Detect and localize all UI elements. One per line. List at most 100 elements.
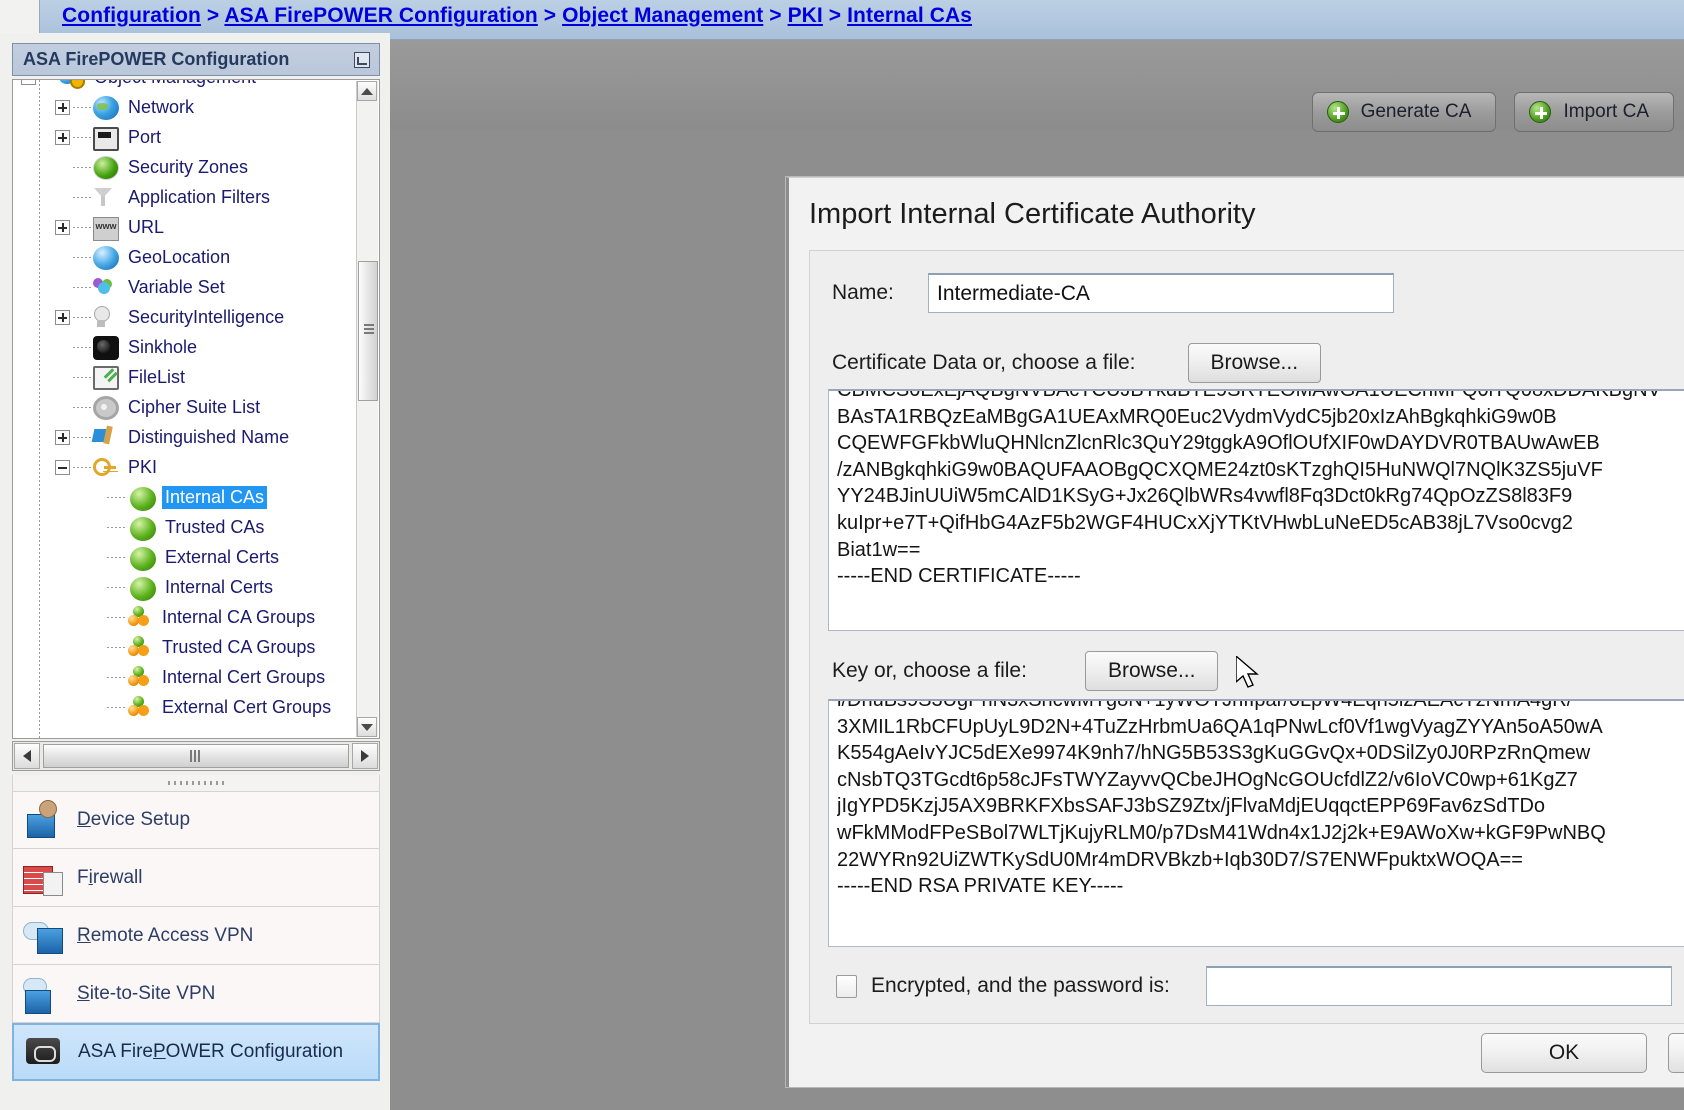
hscroll-right-icon[interactable] [352,743,378,769]
tree-connector [73,106,93,108]
ca-action-buttons: Generate CA Import CA [1311,92,1674,132]
expand-icon[interactable] [55,219,70,235]
certificate-browse-button[interactable]: Browse... [1187,343,1322,383]
tree-item-label: Distinguished Name [128,426,290,447]
breadcrumb-item[interactable]: Internal CAs [847,4,972,27]
tree-item-url[interactable]: www URL [13,212,359,242]
tree-connector [107,496,127,498]
sidebar-item-site-to-site-vpn[interactable]: Site-to-Site VPN [12,965,380,1023]
tree-item-internal-ca-groups[interactable]: Internal CA Groups [13,602,359,632]
tree-item-label: Internal Cert Groups [162,666,326,687]
encrypted-checkbox[interactable] [836,974,857,998]
import-ca-label: Import CA [1563,101,1649,122]
expand-icon[interactable] [55,99,70,115]
tree-item-internal-cas[interactable]: Internal CAs [13,482,359,512]
tree-item-securityintelligence[interactable]: SecurityIntelligence [13,302,359,332]
tree-item-variable-set[interactable]: Variable Set [13,272,359,302]
tree-item-trusted-cas[interactable]: Trusted CAs [13,512,359,542]
certificate-data-label: Certificate Data or, choose a file: [832,351,1136,374]
panel-splitter[interactable] [12,775,380,791]
sidebar-item-device-setup[interactable]: Device Setup [12,791,380,849]
tree-scrollbar-thumb[interactable] [358,261,378,401]
tree-connector [73,406,93,408]
tree-vertical-scrollbar[interactable] [356,81,378,737]
tree-item-trusted-ca-groups[interactable]: Trusted CA Groups [13,632,359,662]
tree-item-cipher-suite-list[interactable]: Cipher Suite List [13,392,359,422]
tree-item-label: Trusted CA Groups [162,636,316,657]
panel-collapse-icon[interactable] [354,52,370,68]
tree-item-label: External Cert Groups [162,696,332,717]
asa-firepower-icon [22,1032,70,1072]
sidebar-item-remote-access-vpn[interactable]: Remote Access VPN [12,907,380,965]
cancel-button[interactable]: Cancel [1668,1033,1684,1073]
breadcrumb-item[interactable]: PKI [788,4,823,27]
tree-connector [73,466,93,468]
tree-item-distinguished-name[interactable]: Distinguished Name [13,422,359,452]
key-textarea[interactable]: i/DnuBs9S3UgPnN3xShcwMTg8N+1yWOTJnfIpar/… [828,699,1684,947]
device-setup-icon [21,800,69,840]
breadcrumb-separator: > [763,4,788,27]
group-icon [127,696,153,720]
encrypted-label: Encrypted, and the password is: [871,974,1170,997]
sidebar-item-asa-firepower-configuration[interactable]: ASA FirePOWER Configuration [12,1023,380,1081]
sidebar-nav-list: Device Setup Firewall Remote Access VPN Sit… [12,791,380,1081]
name-input[interactable] [928,273,1394,313]
tree-item-internal-certs[interactable]: Internal Certs [13,572,359,602]
tree-item-label: FileList [128,366,186,387]
tree-item-filelist[interactable]: FileList [13,362,359,392]
collapse-icon[interactable] [55,459,70,475]
tree-connector [107,586,127,588]
tree-item-application-filters[interactable]: Application Filters [13,182,359,212]
expand-icon[interactable] [55,129,70,145]
object-tree[interactable]: Object Management Network Port Security Zon… [12,79,380,739]
sidebar-item-label: Remote Access VPN [77,924,254,946]
tree-item-object-management[interactable]: Object Management [13,80,359,92]
tree-item-label: URL [128,216,165,237]
breadcrumb-separator: > [537,4,563,27]
plus-circle-icon [1529,101,1552,123]
key-browse-button[interactable]: Browse... [1084,651,1219,691]
hscroll-left-icon[interactable] [14,743,40,769]
tree-connector [73,136,93,138]
certificate-data-textarea[interactable]: CBMCS0ExEjAQBgNVBAcTCUJBTkdBTE9SRTEOMAwG… [828,389,1684,631]
sinkhole-icon [93,336,119,360]
tree-scroll-up-icon[interactable] [357,81,377,101]
tree-item-network[interactable]: Network [13,92,359,122]
key-row: Key or, choose a file: Browse... [832,651,1219,691]
import-ca-button[interactable]: Import CA [1514,92,1674,132]
security-zone-icon [93,156,119,180]
key-icon [93,456,119,480]
breadcrumb-item[interactable]: Configuration [62,4,201,27]
certificate-data-text: CBMCS0ExEjAQBgNVBAcTCUJBTkdBTE9SRTEOMAwG… [837,389,1661,588]
ok-button[interactable]: OK [1481,1033,1647,1073]
tree-item-pki[interactable]: PKI [13,452,359,482]
tree-horizontal-scrollbar[interactable] [12,741,380,771]
tree-item-geolocation[interactable]: GeoLocation [13,242,359,272]
password-input[interactable] [1205,966,1672,1006]
tree-item-security-zones[interactable]: Security Zones [13,152,359,182]
tree-item-port[interactable]: Port [13,122,359,152]
tree-item-sinkhole[interactable]: Sinkhole [13,332,359,362]
green-ball-icon [130,546,156,571]
content-toolbar: Generate CA Import CA [390,40,1684,132]
tree-connector [73,436,93,438]
dialog-body: Name: Certificate Data or, choose a file… [809,250,1684,1024]
tree-scroll-down-icon[interactable] [357,717,377,737]
tree-item-external-certs[interactable]: External Certs [13,542,359,572]
tree-item-label: Object Management [91,80,259,89]
breadcrumb-item[interactable]: Object Management [562,4,763,27]
collapse-icon[interactable] [21,80,36,85]
breadcrumb-item[interactable]: ASA FirePOWER Configuration [224,4,537,27]
generate-ca-button[interactable]: Generate CA [1311,92,1497,132]
tree-item-external-cert-groups[interactable]: External Cert Groups [13,692,359,722]
variable-set-icon [93,276,119,300]
filelist-icon [93,365,119,390]
expand-icon[interactable] [55,309,70,325]
dialog-title: Import Internal Certificate Authority [809,198,1256,230]
hscroll-thumb[interactable] [43,744,349,768]
expand-icon[interactable] [55,429,70,445]
sidebar-item-firewall[interactable]: Firewall [12,849,380,907]
tree-item-label: Port [128,126,162,147]
tree-item-internal-cert-groups[interactable]: Internal Cert Groups [13,662,359,692]
sidebar-panel-header: ASA FirePOWER Configuration [12,43,380,76]
